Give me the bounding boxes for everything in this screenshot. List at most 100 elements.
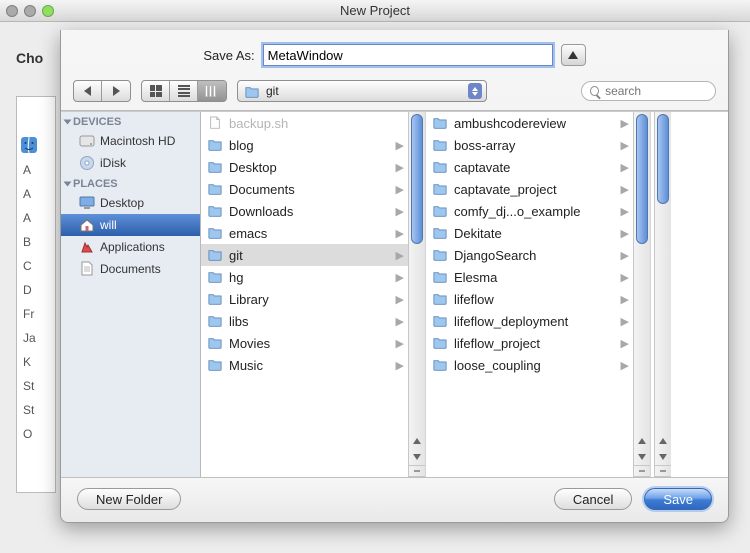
file-row[interactable]: blog▶ bbox=[201, 134, 408, 156]
filename-input[interactable] bbox=[263, 44, 553, 66]
chevron-right-icon: ▶ bbox=[621, 117, 629, 130]
sidebar-item-documents[interactable]: Documents bbox=[61, 258, 200, 280]
file-row[interactable]: Downloads ▶ bbox=[201, 200, 408, 222]
file-row[interactable]: git▶ bbox=[201, 244, 408, 266]
folder-icon bbox=[432, 203, 448, 219]
save-as-label: Save As: bbox=[203, 48, 254, 63]
chevron-right-icon: ▶ bbox=[396, 271, 404, 284]
file-row[interactable]: DjangoSearch▶ bbox=[426, 244, 633, 266]
folder-icon bbox=[207, 269, 223, 285]
obscured-list-item: C bbox=[17, 259, 55, 273]
minimize-window-button[interactable] bbox=[24, 5, 36, 17]
scrollbar-thumb[interactable] bbox=[411, 114, 423, 244]
file-row-label: comfy_dj...o_example bbox=[454, 204, 580, 219]
search-input[interactable] bbox=[603, 83, 707, 99]
file-row[interactable]: Movies▶ bbox=[201, 332, 408, 354]
scroll-up-button[interactable] bbox=[409, 433, 425, 449]
arrow-down-icon bbox=[638, 454, 646, 460]
scroll-up-button[interactable] bbox=[634, 433, 650, 449]
view-columns-button[interactable] bbox=[198, 81, 226, 101]
sidebar-item-desktop[interactable]: Desktop bbox=[61, 192, 200, 214]
nav-buttons bbox=[73, 80, 131, 102]
file-row-label: boss-array bbox=[454, 138, 515, 153]
folder-icon bbox=[207, 181, 223, 197]
file-row[interactable]: backup.sh bbox=[201, 112, 408, 134]
nav-forward-button[interactable] bbox=[102, 81, 130, 101]
file-row[interactable]: Dekitate▶ bbox=[426, 222, 633, 244]
sidebar-item-label: Documents bbox=[100, 262, 161, 276]
nav-back-button[interactable] bbox=[74, 81, 102, 101]
file-row[interactable]: libs▶ bbox=[201, 310, 408, 332]
chevron-right-icon: ▶ bbox=[396, 183, 404, 196]
scroll-down-button[interactable] bbox=[409, 449, 425, 465]
search-field[interactable] bbox=[581, 81, 716, 101]
collapse-sheet-button[interactable] bbox=[561, 44, 586, 66]
button-row: New Folder Cancel Save bbox=[61, 477, 728, 522]
obscured-list-item: A bbox=[17, 211, 55, 225]
view-list-button[interactable] bbox=[170, 81, 198, 101]
window-scrollbar[interactable] bbox=[651, 112, 671, 477]
obscured-list-item: K bbox=[17, 355, 55, 369]
icons-view-icon bbox=[150, 85, 162, 97]
path-popup-button[interactable]: git bbox=[237, 80, 487, 102]
sidebar-item-will[interactable]: will bbox=[61, 214, 200, 236]
scroll-up-button[interactable] bbox=[655, 433, 671, 449]
folder-icon bbox=[432, 137, 448, 153]
scrollbar-thumb[interactable] bbox=[636, 114, 648, 244]
scroll-down-button[interactable] bbox=[655, 449, 671, 465]
finder-icon bbox=[21, 137, 37, 153]
file-row[interactable]: lifeflow▶ bbox=[426, 288, 633, 310]
search-icon bbox=[590, 86, 599, 96]
file-row-label: ambushcodereview bbox=[454, 116, 566, 131]
chevron-right-icon: ▶ bbox=[396, 205, 404, 218]
scrollbar[interactable] bbox=[408, 112, 425, 477]
file-row[interactable]: hg ▶ bbox=[201, 266, 408, 288]
file-row[interactable]: ambushcodereview ▶ bbox=[426, 112, 633, 134]
file-row[interactable]: Library▶ bbox=[201, 288, 408, 310]
file-row[interactable]: boss-array▶ bbox=[426, 134, 633, 156]
file-row[interactable]: Documents▶ bbox=[201, 178, 408, 200]
sidebar-item-macintosh-hd[interactable]: Macintosh HD bbox=[61, 130, 200, 152]
zoom-window-button[interactable] bbox=[42, 5, 54, 17]
column-resize-handle[interactable] bbox=[655, 465, 671, 477]
file-row-label: lifeflow bbox=[454, 292, 494, 307]
file-row[interactable]: Music▶ bbox=[201, 354, 408, 376]
arrow-up-icon bbox=[659, 438, 667, 444]
file-row[interactable]: loose_coupling▶ bbox=[426, 354, 633, 376]
column-resize-handle[interactable] bbox=[634, 465, 650, 477]
view-icons-button[interactable] bbox=[142, 81, 170, 101]
column-resize-handle[interactable] bbox=[409, 465, 425, 477]
file-row-label: libs bbox=[229, 314, 249, 329]
sidebar-item-label: iDisk bbox=[100, 156, 126, 170]
sidebar-item-applications[interactable]: Applications bbox=[61, 236, 200, 258]
sidebar-item-label: will bbox=[100, 218, 117, 232]
file-row[interactable]: comfy_dj...o_example▶ bbox=[426, 200, 633, 222]
sidebar-heading-devices[interactable]: DEVICES bbox=[61, 112, 200, 130]
file-row[interactable]: Elesma▶ bbox=[426, 266, 633, 288]
scrollbar[interactable] bbox=[633, 112, 650, 477]
new-folder-button[interactable]: New Folder bbox=[77, 488, 181, 510]
file-row[interactable]: lifeflow_project▶ bbox=[426, 332, 633, 354]
save-button[interactable]: Save bbox=[644, 488, 712, 510]
scroll-down-button[interactable] bbox=[634, 449, 650, 465]
cancel-button[interactable]: Cancel bbox=[554, 488, 632, 510]
sidebar-heading-places[interactable]: PLACES bbox=[61, 174, 200, 192]
folder-icon bbox=[207, 313, 223, 329]
file-row-label: hg bbox=[229, 270, 243, 285]
folder-icon bbox=[432, 269, 448, 285]
file-row[interactable]: captavate_project▶ bbox=[426, 178, 633, 200]
folder-icon bbox=[432, 357, 448, 373]
folder-icon bbox=[432, 247, 448, 263]
file-row-label: Downloads bbox=[229, 204, 293, 219]
scrollbar-thumb[interactable] bbox=[657, 114, 669, 204]
file-row[interactable]: emacs▶ bbox=[201, 222, 408, 244]
folder-icon bbox=[432, 313, 448, 329]
close-window-button[interactable] bbox=[6, 5, 18, 17]
file-row[interactable]: captavate▶ bbox=[426, 156, 633, 178]
folder-icon bbox=[432, 181, 448, 197]
traffic-lights[interactable] bbox=[6, 5, 54, 17]
file-row[interactable]: lifeflow_deployment▶ bbox=[426, 310, 633, 332]
browser-toolbar: git bbox=[61, 76, 728, 111]
file-row[interactable]: Desktop▶ bbox=[201, 156, 408, 178]
sidebar-item-idisk[interactable]: iDisk bbox=[61, 152, 200, 174]
